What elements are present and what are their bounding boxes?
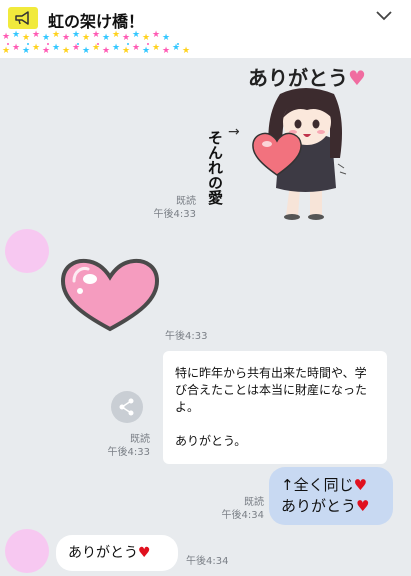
svg-text:★: ★	[142, 46, 150, 56]
svg-text:★: ★	[2, 46, 10, 56]
megaphone-icon[interactable]	[8, 7, 38, 29]
timestamp: 午後4:34	[221, 510, 264, 521]
svg-text:★: ★	[32, 30, 40, 40]
svg-text:★: ★	[152, 43, 160, 53]
svg-text:★: ★	[112, 30, 120, 40]
sticker-arrow-text: そんれの愛	[206, 130, 224, 205]
heart-icon: ♥	[353, 476, 368, 494]
svg-text:★: ★	[12, 30, 20, 40]
message-bubble-incoming[interactable]: 特に昨年から共有出来た時間や、学び合えたことは本当に財産になったよ。 ありがとう…	[163, 351, 387, 464]
chat-header: 虹の架け橋！ ★ ★ ★ ★ ★ ★ ★ ★ ★ ★ ★ ★ ★ ★ ★ ★ ★ ★ ★ ★ ★ ★…	[0, 0, 411, 58]
sticker1-meta: 既読 午後4:33	[140, 195, 196, 221]
svg-text:★: ★	[122, 46, 130, 56]
sticker2-time: 午後4:33	[165, 331, 208, 342]
timestamp: 午後4:33	[153, 209, 196, 220]
svg-text:★: ★	[2, 32, 10, 42]
svg-text:★: ★	[82, 33, 90, 43]
share-button[interactable]	[111, 391, 143, 423]
svg-text:★: ★	[152, 30, 160, 40]
svg-text:★: ★	[72, 30, 80, 40]
svg-text:★: ★	[92, 30, 100, 40]
share-icon	[119, 398, 134, 416]
heart-icon[interactable]	[60, 257, 160, 333]
message-text: ありがとう。	[175, 434, 247, 448]
sticker-arrow: →	[228, 124, 240, 140]
svg-text:★: ★	[62, 46, 70, 56]
svg-text:★: ★	[82, 46, 90, 56]
svg-text:★: ★	[162, 33, 170, 43]
svg-text:★: ★	[62, 33, 70, 43]
svg-text:★: ★	[132, 43, 140, 53]
message-text: ありがとう	[68, 545, 138, 561]
sticker-thanks-text: ありがとう♥	[248, 66, 366, 90]
svg-text:★: ★	[12, 43, 20, 53]
avatar[interactable]	[5, 529, 49, 573]
svg-text:★: ★	[72, 43, 80, 53]
svg-text:★: ★	[22, 46, 30, 56]
svg-text:★: ★	[112, 43, 120, 53]
sticker-heart-held	[252, 132, 302, 176]
svg-text:★: ★	[42, 46, 50, 56]
sparkle-decoration: ★ ★ ★ ★ ★ ★ ★ ★ ★ ★ ★ ★ ★ ★ ★ ★ ★ ★ ★ ★ ★ ★ ★ ★ ★ ★ ★…	[2, 30, 190, 56]
message1-meta: 既読 午後4:33	[100, 433, 150, 459]
svg-text:★: ★	[172, 43, 180, 53]
message-bubble-outgoing[interactable]: ↑全く同じ♥ ありがとう♥	[269, 467, 393, 525]
svg-text:★: ★	[182, 46, 190, 56]
read-receipt: 既読	[176, 196, 196, 207]
read-receipt: 既読	[244, 497, 264, 508]
timestamp: 午後4:33	[107, 447, 150, 458]
svg-text:★: ★	[142, 33, 150, 43]
message-bubble-incoming[interactable]: ありがとう♥	[56, 535, 178, 571]
message2-meta: 既読 午後4:34	[210, 496, 264, 522]
message-line: ↑全く同じ♥	[281, 476, 368, 494]
svg-text:★: ★	[52, 43, 60, 53]
svg-text:★: ★	[52, 30, 60, 40]
chevron-down-icon[interactable]	[375, 10, 393, 22]
sticker-thanks-girl[interactable]: ありがとう♥ そんれの愛 →	[200, 56, 375, 224]
svg-text:★: ★	[32, 43, 40, 53]
svg-text:★: ★	[22, 33, 30, 43]
svg-text:★: ★	[92, 43, 100, 53]
message-text: 特に昨年から共有出来た時間や、学び合えたことは本当に財産になったよ。	[175, 366, 368, 414]
heart-icon: ♥	[356, 497, 370, 515]
avatar[interactable]	[5, 229, 49, 273]
message3-time: 午後4:34	[186, 556, 229, 567]
svg-text:★: ★	[42, 33, 50, 43]
message-line: ありがとう♥	[281, 497, 370, 515]
read-receipt: 既読	[130, 434, 150, 445]
svg-text:★: ★	[102, 46, 110, 56]
svg-text:★: ★	[122, 33, 130, 43]
svg-text:★: ★	[132, 30, 140, 40]
svg-text:★: ★	[102, 33, 110, 43]
heart-icon: ♥	[138, 545, 151, 561]
svg-text:★: ★	[162, 46, 170, 56]
